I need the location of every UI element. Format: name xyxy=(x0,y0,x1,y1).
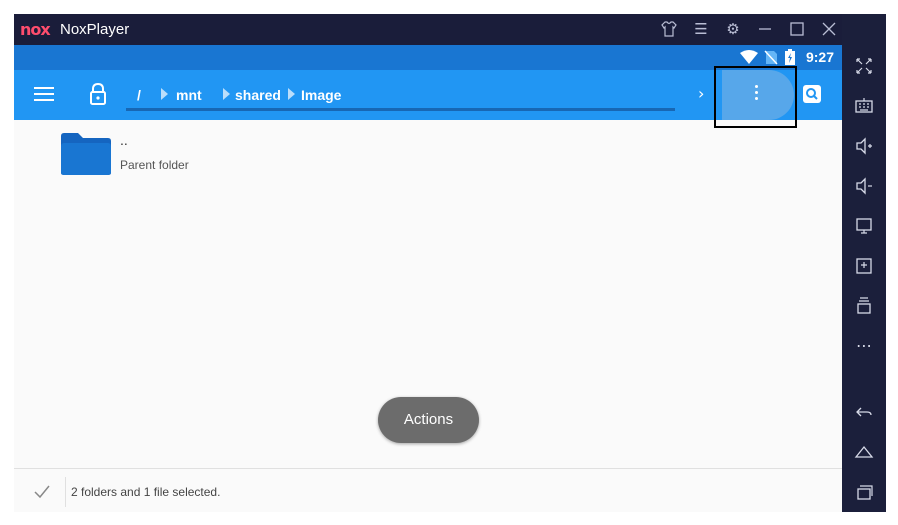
check-icon[interactable] xyxy=(34,483,50,499)
keyboard-icon[interactable] xyxy=(852,94,876,118)
back-icon[interactable] xyxy=(852,400,876,424)
emulator-sidebar: ⋯ xyxy=(842,14,886,512)
settings-icon[interactable]: ⚙ xyxy=(724,20,742,38)
breadcrumb-image[interactable]: Image xyxy=(301,87,341,103)
list-item[interactable]: .. Parent folder xyxy=(14,120,842,190)
multi-instance-icon[interactable] xyxy=(852,294,876,318)
breadcrumb-shared[interactable]: shared xyxy=(235,87,281,103)
maximize-icon[interactable] xyxy=(788,20,806,38)
wifi-icon xyxy=(740,50,758,64)
apk-install-icon[interactable] xyxy=(852,254,876,278)
title-bar: nox NoxPlayer ☰ ⚙ xyxy=(14,14,886,45)
menu-icon[interactable]: ☰ xyxy=(692,20,710,38)
emulator-window: nox NoxPlayer ☰ ⚙ 9:27 / mnt shared Imag… xyxy=(14,14,886,512)
volume-down-icon[interactable] xyxy=(852,174,876,198)
item-description: Parent folder xyxy=(120,158,189,172)
hamburger-menu-icon[interactable] xyxy=(34,83,54,105)
no-sim-icon xyxy=(764,50,778,65)
more-icon[interactable]: ⋯ xyxy=(852,334,876,358)
recents-icon[interactable] xyxy=(852,480,876,504)
shirt-icon[interactable] xyxy=(660,20,678,38)
divider xyxy=(65,477,66,507)
selection-bar: 2 folders and 1 file selected. xyxy=(14,468,842,512)
breadcrumb-root[interactable]: / xyxy=(137,87,141,103)
highlight-box xyxy=(714,66,797,128)
breadcrumb: / mnt shared Image xyxy=(126,70,676,120)
clock: 9:27 xyxy=(805,49,834,65)
app-title: NoxPlayer xyxy=(60,21,130,38)
volume-up-icon[interactable] xyxy=(852,134,876,158)
breadcrumb-separator-icon xyxy=(288,88,295,100)
screen-icon[interactable] xyxy=(852,214,876,238)
nox-logo: nox xyxy=(20,20,51,39)
home-icon[interactable] xyxy=(852,440,876,464)
close-icon[interactable] xyxy=(820,20,838,38)
lock-icon[interactable] xyxy=(88,82,108,106)
folder-icon xyxy=(61,133,111,175)
selection-status: 2 folders and 1 file selected. xyxy=(71,485,221,499)
breadcrumb-separator-icon xyxy=(161,88,168,100)
breadcrumb-separator-icon xyxy=(223,88,230,100)
search-icon xyxy=(806,88,818,100)
search-button[interactable] xyxy=(803,85,821,103)
item-name: .. xyxy=(120,132,128,148)
chevron-right-icon[interactable]: › xyxy=(698,84,704,103)
breadcrumb-underline xyxy=(126,108,675,111)
actions-button[interactable]: Actions xyxy=(378,397,479,443)
minimize-icon[interactable] xyxy=(756,20,774,38)
breadcrumb-mnt[interactable]: mnt xyxy=(176,87,202,103)
battery-icon xyxy=(785,49,795,65)
fullscreen-icon[interactable] xyxy=(852,54,876,78)
